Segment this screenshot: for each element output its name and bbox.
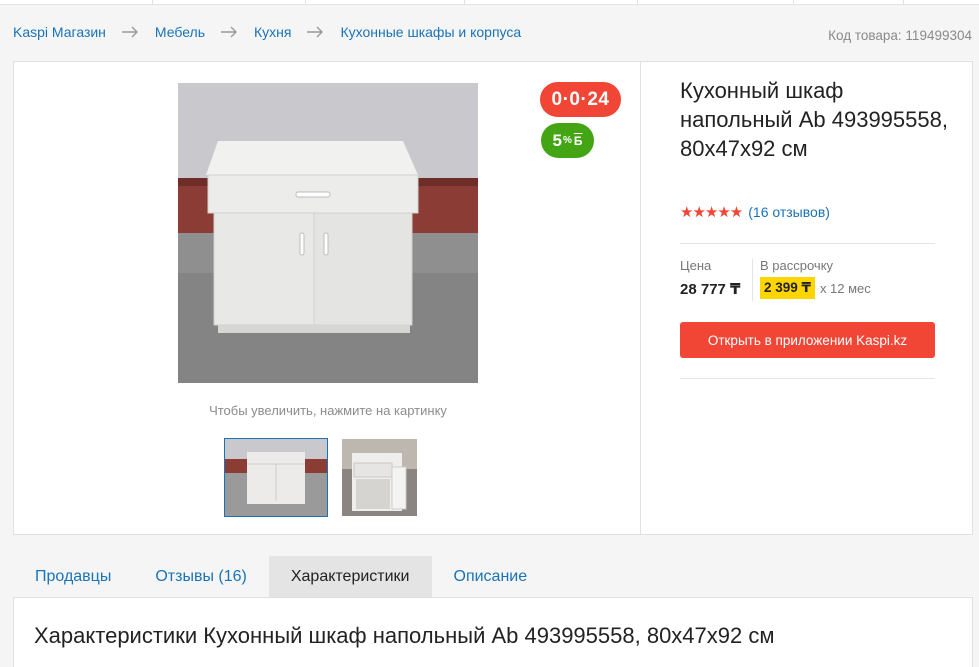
product-card: Чтобы увеличить, нажмите на картинку 0·0… [13, 61, 973, 535]
bonus-badge: 5% Б [541, 123, 594, 158]
breadcrumb-item-kitchen-cabinets[interactable]: Кухонные шкафы и корпуса [340, 24, 521, 40]
installment-label: В рассрочку [760, 258, 834, 273]
product-tabs: Продавцы Отзывы (16) Характеристики Опис… [13, 556, 550, 604]
rating-stars-icon: ★★★★★ [680, 204, 743, 221]
breadcrumb-item-kaspi-shop[interactable]: Kaspi Магазин [13, 24, 106, 40]
product-rating: ★★★★★ (16 отзывов) [680, 203, 830, 221]
price-separator [752, 259, 753, 301]
price-value: 28 777 ₸ [680, 281, 741, 298]
price-label: Цена [680, 258, 712, 273]
tab-description[interactable]: Описание [432, 556, 550, 597]
zoom-hint: Чтобы увеличить, нажмите на картинку [209, 403, 447, 418]
divider [680, 378, 935, 379]
breadcrumb-item-furniture[interactable]: Мебель [155, 24, 205, 40]
specifications-section: Характеристики Кухонный шкаф напольный A… [13, 597, 973, 667]
installment-term: x 12 мес [819, 280, 871, 296]
top-nav-strip [0, 0, 979, 5]
divider [680, 243, 935, 244]
specifications-title: Характеристики Кухонный шкаф напольный A… [34, 623, 775, 648]
product-code: Код товара: 119499304 [828, 28, 972, 43]
tab-specifications[interactable]: Характеристики [268, 556, 432, 604]
main-product-photo[interactable] [178, 83, 478, 383]
installment-amount: 2 399 ₸ [760, 277, 815, 299]
breadcrumb-item-kitchen[interactable]: Кухня [254, 24, 291, 40]
thumbnail-2[interactable] [342, 439, 444, 516]
arrow-right-icon [221, 26, 238, 38]
product-title: Кухонный шкаф напольный Ab 493995558, 80… [680, 78, 948, 161]
arrow-right-icon [307, 26, 324, 38]
tab-reviews[interactable]: Отзывы (16) [133, 556, 269, 597]
open-in-app-button[interactable]: Открыть в приложении Kaspi.kz [680, 322, 935, 358]
arrow-right-icon [121, 26, 138, 38]
price-block: Цена 28 777 ₸ [680, 258, 740, 298]
breadcrumb: Kaspi Магазин Мебель Кухня Кухонные шкаф… [13, 22, 521, 42]
thumbnail-1[interactable] [224, 438, 328, 517]
installment-badge: 0·0·24 [540, 82, 621, 117]
installment-block: В рассрочку 2 399 ₸ x 12 мес [760, 258, 871, 299]
reviews-link[interactable]: (16 отзывов) [748, 204, 830, 220]
card-divider [640, 62, 641, 534]
tab-sellers[interactable]: Продавцы [13, 556, 133, 597]
